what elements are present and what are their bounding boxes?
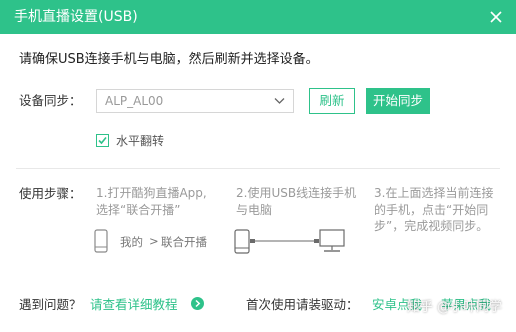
step-1: 1.打开酷狗直播App, 选择“联合开播”: [96, 185, 207, 218]
device-select[interactable]: ALP_AL00: [96, 89, 294, 113]
driver-label: 首次使用请装驱动：: [246, 297, 359, 312]
step-1-line-1: 1.打开酷狗直播App,: [96, 186, 207, 200]
step-3: 3.在上面选择当前连接 的手机，点击“开始同 步”，完成视频同步。: [374, 185, 493, 235]
divider: [16, 168, 500, 169]
device-select-value: ALP_AL00: [105, 94, 164, 108]
close-icon[interactable]: [488, 9, 504, 25]
tutorial-link[interactable]: 请查看详细教程: [90, 297, 178, 313]
start-sync-button[interactable]: 开始同步: [366, 88, 430, 114]
path-separator: >: [149, 234, 159, 248]
arrow-right-icon[interactable]: [191, 297, 204, 310]
refresh-button[interactable]: 刷新: [309, 88, 355, 114]
step-3-line-3: 步”，完成视频同步。: [374, 219, 489, 233]
step-3-line-2: 的手机，点击“开始同: [374, 202, 489, 217]
step-2: 2.使用USB线连接手机 与电脑: [236, 185, 356, 218]
chevron-down-icon: [274, 98, 285, 104]
step-2-line-1: 2.使用USB线连接手机: [236, 186, 357, 200]
path-target: 联合开播: [161, 235, 207, 249]
step-1-line-2: 选择“联合开播”: [96, 202, 181, 217]
mirror-checkbox[interactable]: [96, 134, 109, 147]
phone-icon: [94, 229, 108, 253]
steps-label: 使用步骤：: [19, 186, 82, 201]
usb-connection-icon: [234, 229, 345, 254]
path-mine: 我的: [120, 235, 143, 249]
window-title: 手机直播设置(USB): [14, 9, 138, 25]
mirror-label: 水平翻转: [116, 134, 165, 148]
check-icon: [98, 136, 107, 145]
watermark: 知乎 @小叶同学: [406, 300, 502, 315]
intro-text: 请确保USB连接手机与电脑，然后刷新并选择设备。: [19, 52, 319, 67]
device-sync-label: 设备同步：: [19, 93, 82, 108]
question-label: 遇到问题？: [19, 297, 82, 312]
step-2-line-2: 与电脑: [236, 202, 273, 217]
step-3-line-1: 3.在上面选择当前连接: [374, 186, 494, 200]
title-bar: 手机直播设置(USB): [0, 0, 516, 34]
